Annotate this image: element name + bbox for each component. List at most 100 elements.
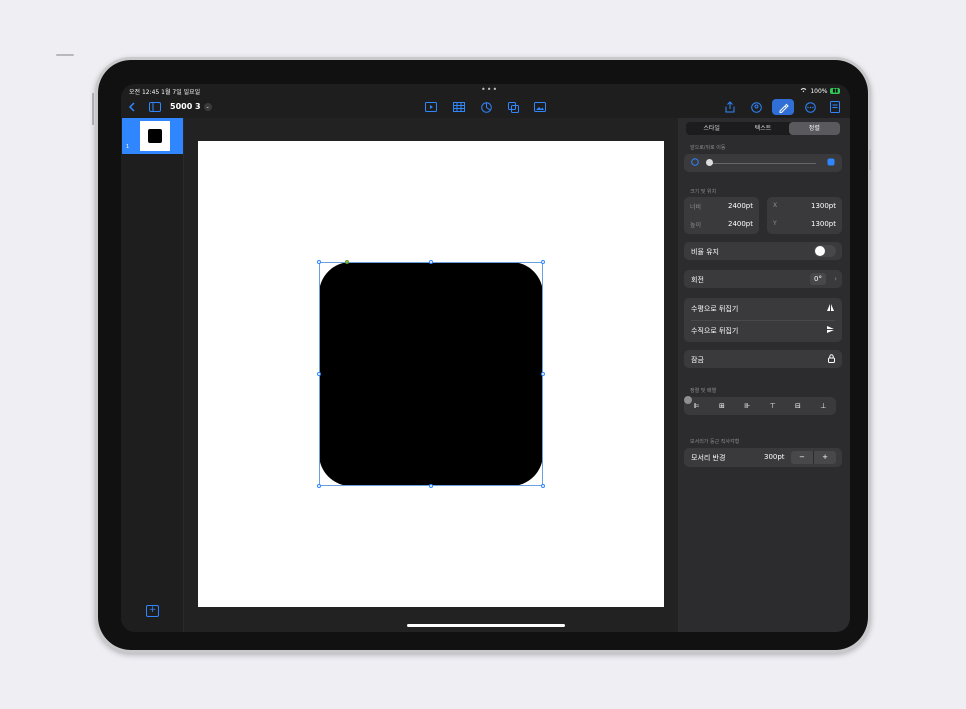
screen: 오전 12:45 1월 7일 일요일 ••• 100% ▮▮ 5000 3 ⌄ … xyxy=(121,84,850,632)
x-value[interactable]: 1300pt xyxy=(811,202,836,210)
resize-handle-top-left[interactable] xyxy=(317,260,321,264)
flip-vertical-label[interactable]: 수직으로 뒤집기 xyxy=(691,326,738,336)
layer-slider-knob[interactable] xyxy=(706,159,713,166)
align-left-icon[interactable]: ⊫ xyxy=(692,402,702,410)
corner-radius-row: 모서리 반경 300pt − + xyxy=(684,448,842,467)
chevron-down-icon[interactable]: ⌄ xyxy=(203,102,212,111)
align-top-icon[interactable]: ⊤ xyxy=(768,402,778,410)
shapes-icon[interactable] xyxy=(505,99,521,115)
align-middle-icon[interactable]: ⊟ xyxy=(793,402,803,410)
increment-button[interactable]: + xyxy=(814,451,836,464)
corner-radius-value[interactable]: 300pt xyxy=(764,453,785,461)
rotate-row: 회전 0° › xyxy=(684,270,842,288)
flip-horizontal-label[interactable]: 수평으로 뒤집기 xyxy=(691,304,738,314)
corner-radius-handle[interactable] xyxy=(345,260,349,264)
status-time: 오전 12:45 1월 7일 일요일 xyxy=(129,89,201,96)
section-move-label: 앞으로/뒤로 이동 xyxy=(690,145,726,151)
document-icon[interactable] xyxy=(827,99,843,115)
section-corner-label: 모서리가 둥근 직사각형 xyxy=(690,439,740,445)
toolbar: 5000 3 ⌄ xyxy=(121,96,850,118)
share-icon[interactable] xyxy=(722,99,738,115)
play-icon[interactable] xyxy=(423,99,439,115)
keep-ratio-row: 비율 유지 xyxy=(684,242,842,260)
rotate-value[interactable]: 0° xyxy=(810,273,826,285)
flip-horizontal-icon[interactable] xyxy=(826,303,835,314)
resize-handle-bottom[interactable] xyxy=(429,484,433,488)
sidebar-icon[interactable] xyxy=(147,99,163,115)
layer-slider-track xyxy=(710,163,816,164)
format-brush-icon[interactable] xyxy=(772,99,794,115)
align-center-icon[interactable]: ⊞ xyxy=(717,402,727,410)
thumbnail-shape xyxy=(148,129,162,143)
decrement-button[interactable]: − xyxy=(791,451,814,464)
flip-card: 수평으로 뒤집기 수직으로 뒤집기 xyxy=(684,298,842,342)
section-size-label: 크기 및 위치 xyxy=(690,189,717,195)
rotate-label: 회전 xyxy=(691,276,704,284)
resize-handle-bottom-right[interactable] xyxy=(541,484,545,488)
resize-handle-left[interactable] xyxy=(317,372,321,376)
chevron-right-icon[interactable]: › xyxy=(834,275,837,283)
wifi-icon xyxy=(800,87,807,95)
device-bezel: 오전 12:45 1월 7일 일요일 ••• 100% ▮▮ 5000 3 ⌄ … xyxy=(98,60,868,650)
corner-radius-stepper: − + xyxy=(791,451,836,464)
tab-arrange[interactable]: 정렬 xyxy=(788,122,840,135)
device-side-button-right xyxy=(869,150,871,170)
status-bar: 오전 12:45 1월 7일 일요일 ••• 100% ▮▮ xyxy=(121,84,850,96)
more-icon[interactable] xyxy=(802,99,818,115)
resize-handle-top[interactable] xyxy=(429,260,433,264)
ipad-device: 오전 12:45 1월 7일 일요일 ••• 100% ▮▮ 5000 3 ⌄ … xyxy=(95,57,871,653)
align-toolbar: ⊫ ⊞ ⊪ ⊤ ⊟ ⊥ xyxy=(684,397,836,415)
toggle-knob xyxy=(815,246,825,256)
align-right-icon[interactable]: ⊪ xyxy=(742,402,752,410)
touch-indicator xyxy=(684,396,692,404)
add-slide-icon[interactable]: + xyxy=(146,605,159,617)
resize-handle-right[interactable] xyxy=(541,372,545,376)
align-bottom-icon[interactable]: ⊥ xyxy=(818,402,828,410)
selection-frame xyxy=(319,262,543,486)
corner-radius-label: 모서리 반경 xyxy=(691,454,726,462)
height-value[interactable]: 2400pt xyxy=(728,220,753,228)
send-backward-icon[interactable] xyxy=(691,158,699,168)
document-title-text: 5000 3 xyxy=(170,102,201,111)
status-right: 100% ▮▮ xyxy=(800,87,840,95)
keep-ratio-toggle[interactable] xyxy=(814,245,836,257)
slide-navigator: 1 + xyxy=(121,118,184,632)
layer-order-card xyxy=(684,154,842,172)
flip-divider xyxy=(691,320,835,321)
multitasking-dots[interactable]: ••• xyxy=(481,85,498,94)
chevron-left-icon[interactable] xyxy=(124,99,140,115)
lock-row[interactable]: 잠금 xyxy=(684,350,842,368)
bring-forward-icon[interactable] xyxy=(827,158,835,168)
keep-ratio-label: 비율 유지 xyxy=(691,248,719,256)
slide-canvas[interactable] xyxy=(198,141,664,607)
size-card: 너비 2400pt 높이 2400pt xyxy=(684,197,759,234)
chart-icon[interactable] xyxy=(478,99,494,115)
format-tabs: 스타일 텍스트 정렬 xyxy=(686,122,840,135)
height-label: 높이 xyxy=(690,222,702,229)
lock-icon xyxy=(828,354,835,365)
tab-style[interactable]: 스타일 xyxy=(686,122,737,135)
battery-icon: ▮▮ xyxy=(830,88,840,94)
position-card: X 1300pt Y 1300pt xyxy=(767,197,842,234)
battery-label: 100% xyxy=(810,87,828,95)
slide-number: 1 xyxy=(126,144,130,150)
device-side-button xyxy=(92,93,94,125)
flip-vertical-icon[interactable] xyxy=(826,325,835,336)
slide-thumbnail-selected[interactable]: 1 xyxy=(122,118,183,154)
width-value[interactable]: 2400pt xyxy=(728,202,753,210)
tab-text[interactable]: 텍스트 xyxy=(737,122,788,135)
device-top-button xyxy=(56,54,74,56)
resize-handle-top-right[interactable] xyxy=(541,260,545,264)
document-title[interactable]: 5000 3 ⌄ xyxy=(170,102,212,111)
resize-handle-bottom-left[interactable] xyxy=(317,484,321,488)
y-value[interactable]: 1300pt xyxy=(811,220,836,228)
lock-label: 잠금 xyxy=(691,356,704,364)
slide-thumbnail[interactable] xyxy=(140,121,170,151)
x-label: X xyxy=(773,202,778,209)
canvas-area xyxy=(184,118,678,632)
width-label: 너비 xyxy=(690,204,702,211)
home-indicator[interactable] xyxy=(407,624,565,627)
table-icon[interactable] xyxy=(451,99,467,115)
collaborate-icon[interactable] xyxy=(748,99,764,115)
media-icon[interactable] xyxy=(532,99,548,115)
